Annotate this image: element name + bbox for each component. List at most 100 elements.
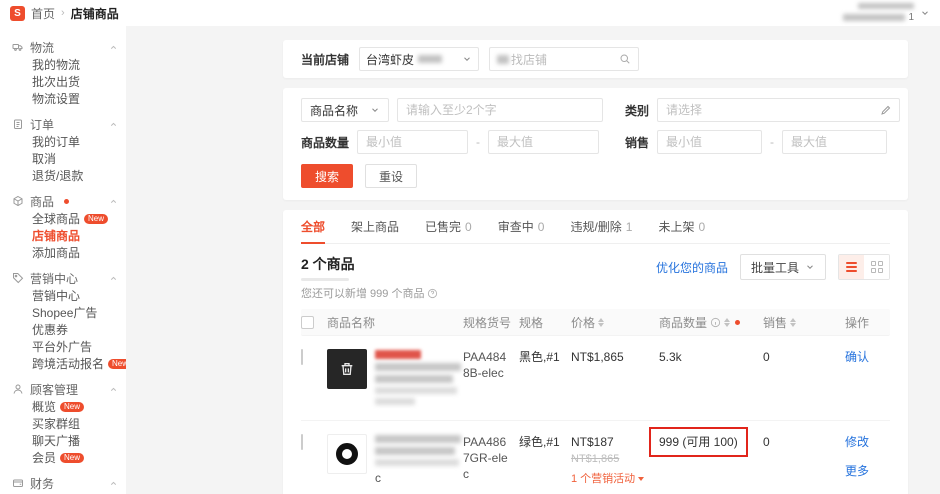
sort-icon[interactable] — [724, 317, 731, 327]
sort-icon[interactable] — [790, 317, 797, 327]
product-thumbnail[interactable] — [327, 349, 367, 389]
sidebar-item[interactable]: 优惠券 — [12, 321, 118, 338]
select-all-checkbox[interactable] — [301, 315, 314, 329]
chevron-down-icon — [805, 262, 815, 272]
sidebar-item[interactable]: 取消 — [12, 150, 118, 167]
breadcrumb-current: 店铺商品 — [70, 6, 119, 21]
col-price[interactable]: 价格 — [571, 314, 659, 331]
product-thumbnail[interactable] — [327, 434, 367, 474]
sidebar-item-label: 物流设置 — [32, 92, 81, 106]
tab-label: 架上商品 — [351, 220, 400, 234]
shop-selector-card: 当前店铺 台湾虾皮 找店铺 — [283, 40, 908, 78]
trash-icon — [341, 363, 353, 375]
tab-1[interactable]: 架上商品 — [351, 210, 399, 243]
sidebar-item[interactable]: 物流设置 — [12, 90, 118, 107]
chevron-down-icon[interactable] — [920, 8, 930, 18]
logistics-icon — [12, 41, 24, 53]
chevron-up-icon[interactable] — [109, 197, 118, 206]
sidebar-item[interactable]: 退货/退款 — [12, 167, 118, 184]
product-name-input[interactable] — [397, 98, 603, 122]
product-list-card: 全部 架上商品 已售完 0 审查中 0 违规/删除 1 未上架 0 2 个商品 您还可以新增 99… — [283, 210, 908, 494]
sidebar-item[interactable]: 添加商品 — [12, 244, 118, 261]
breadcrumb-home[interactable]: 首页 — [31, 5, 55, 22]
filter-card: 商品名称 商品数量 - 搜索 — [283, 88, 908, 200]
quantity-max-input[interactable] — [488, 130, 600, 154]
list-view-icon[interactable] — [839, 255, 864, 279]
sidebar-item[interactable]: Shopee广告 — [12, 304, 118, 321]
optimize-products-link[interactable]: 优化您的商品 — [656, 259, 728, 276]
shop-search-input[interactable]: 找店铺 — [489, 47, 640, 71]
sidebar: 物流 我的物流 批次出货物流设置订单 我的订单 取消 退货/退款商品 全球商品 New 店铺商品… — [0, 26, 126, 494]
original-price: NT$1,865 — [571, 453, 620, 466]
sidebar-section-3[interactable]: 营销中心 — [12, 269, 118, 287]
chevron-up-icon[interactable] — [109, 479, 118, 488]
chevron-up-icon[interactable] — [109, 385, 118, 394]
sidebar-item-label: 聊天广播 — [32, 434, 81, 448]
sidebar-item[interactable]: 我的订单 — [12, 133, 118, 150]
search-button[interactable]: 搜索 — [301, 164, 354, 188]
help-icon[interactable] — [427, 288, 438, 299]
sidebar-item[interactable]: 跨境活动报名 New — [12, 355, 126, 372]
sidebar-section-1[interactable]: 订单 — [12, 115, 118, 133]
tab-2[interactable]: 已售完 0 — [425, 210, 472, 243]
col-sku: 规格货号 — [463, 315, 512, 330]
reset-button[interactable]: 重设 — [365, 164, 418, 188]
chevron-up-icon[interactable] — [109, 120, 118, 129]
promo-link[interactable]: 1 个营销活动 — [571, 472, 651, 487]
confirm-link[interactable]: 确认 — [845, 349, 882, 365]
product-id-redacted — [375, 459, 459, 466]
account-name-redacted — [858, 3, 914, 9]
category-input[interactable] — [657, 98, 901, 122]
tab-4[interactable]: 违规/删除 1 — [570, 210, 632, 243]
tab-3[interactable]: 审查中 0 — [498, 210, 545, 243]
sidebar-item[interactable]: 买家群组 — [12, 415, 118, 432]
spec-value: 绿色,#1 — [519, 435, 560, 449]
more-link[interactable]: 更多 — [845, 463, 882, 479]
content-area: 当前店铺 台湾虾皮 找店铺 商品名称 请输入至少2个字 商品数量 最小值 - 最… — [126, 26, 940, 494]
quantity-min-input[interactable] — [357, 130, 469, 154]
tab-0[interactable]: 全部 — [301, 210, 326, 244]
bulk-tools-button[interactable]: 批量工具 — [739, 254, 826, 280]
sidebar-item[interactable]: 聊天广播 — [12, 432, 118, 449]
shop-dropdown-redacted — [418, 55, 443, 63]
col-quantity[interactable]: 商品数量 — [659, 314, 763, 331]
row-checkbox[interactable] — [301, 434, 303, 450]
sales-min-input[interactable] — [657, 130, 763, 154]
sales-max-input[interactable] — [782, 130, 888, 154]
col-product-name: 商品名称 — [327, 315, 376, 330]
sidebar-section-2[interactable]: 商品 — [12, 192, 118, 210]
tab-count: 0 — [465, 219, 472, 234]
info-icon[interactable] — [710, 317, 721, 328]
grid-view-icon[interactable] — [864, 255, 889, 279]
shopee-logo-icon[interactable]: S — [10, 5, 25, 21]
shop-dropdown[interactable]: 台湾虾皮 — [359, 47, 480, 71]
sidebar-item[interactable]: 会员 New — [12, 449, 118, 466]
sidebar-item[interactable]: 店铺商品 — [12, 227, 118, 244]
sidebar-section-4[interactable]: 顾客管理 — [12, 380, 118, 398]
sidebar-section-0[interactable]: 物流 — [12, 38, 118, 56]
chevron-up-icon[interactable] — [109, 274, 118, 283]
product-name-redacted — [375, 363, 461, 371]
sidebar-section-5[interactable]: 财务 — [12, 474, 118, 492]
pencil-icon[interactable] — [880, 104, 892, 116]
row-checkbox[interactable] — [301, 349, 303, 365]
sidebar-item[interactable]: 我的物流 — [12, 56, 118, 73]
chevron-up-icon[interactable] — [109, 43, 118, 52]
sidebar-item[interactable]: 批次出货 — [12, 73, 118, 90]
account-area[interactable]: 1 — [843, 3, 930, 23]
sidebar-item[interactable]: 概览 New — [12, 398, 118, 415]
capacity-bar — [301, 278, 349, 281]
edit-link[interactable]: 修改 — [845, 434, 882, 450]
sidebar-section-label: 顾客管理 — [30, 382, 79, 397]
sidebar-item[interactable]: 平台外广告 — [12, 338, 118, 355]
sidebar-item-label: Shopee广告 — [32, 306, 98, 320]
sidebar-item[interactable]: 全球商品 New — [12, 210, 118, 227]
col-sales[interactable]: 销售 — [763, 314, 845, 331]
sidebar-item[interactable]: 营销中心 — [12, 287, 118, 304]
tab-5[interactable]: 未上架 0 — [658, 210, 705, 243]
quantity-value: 5.3k — [659, 350, 682, 364]
tab-count: 0 — [537, 219, 545, 234]
sort-icon[interactable] — [598, 317, 605, 327]
account-info: 1 — [843, 3, 914, 23]
search-field-select[interactable]: 商品名称 — [301, 98, 389, 122]
